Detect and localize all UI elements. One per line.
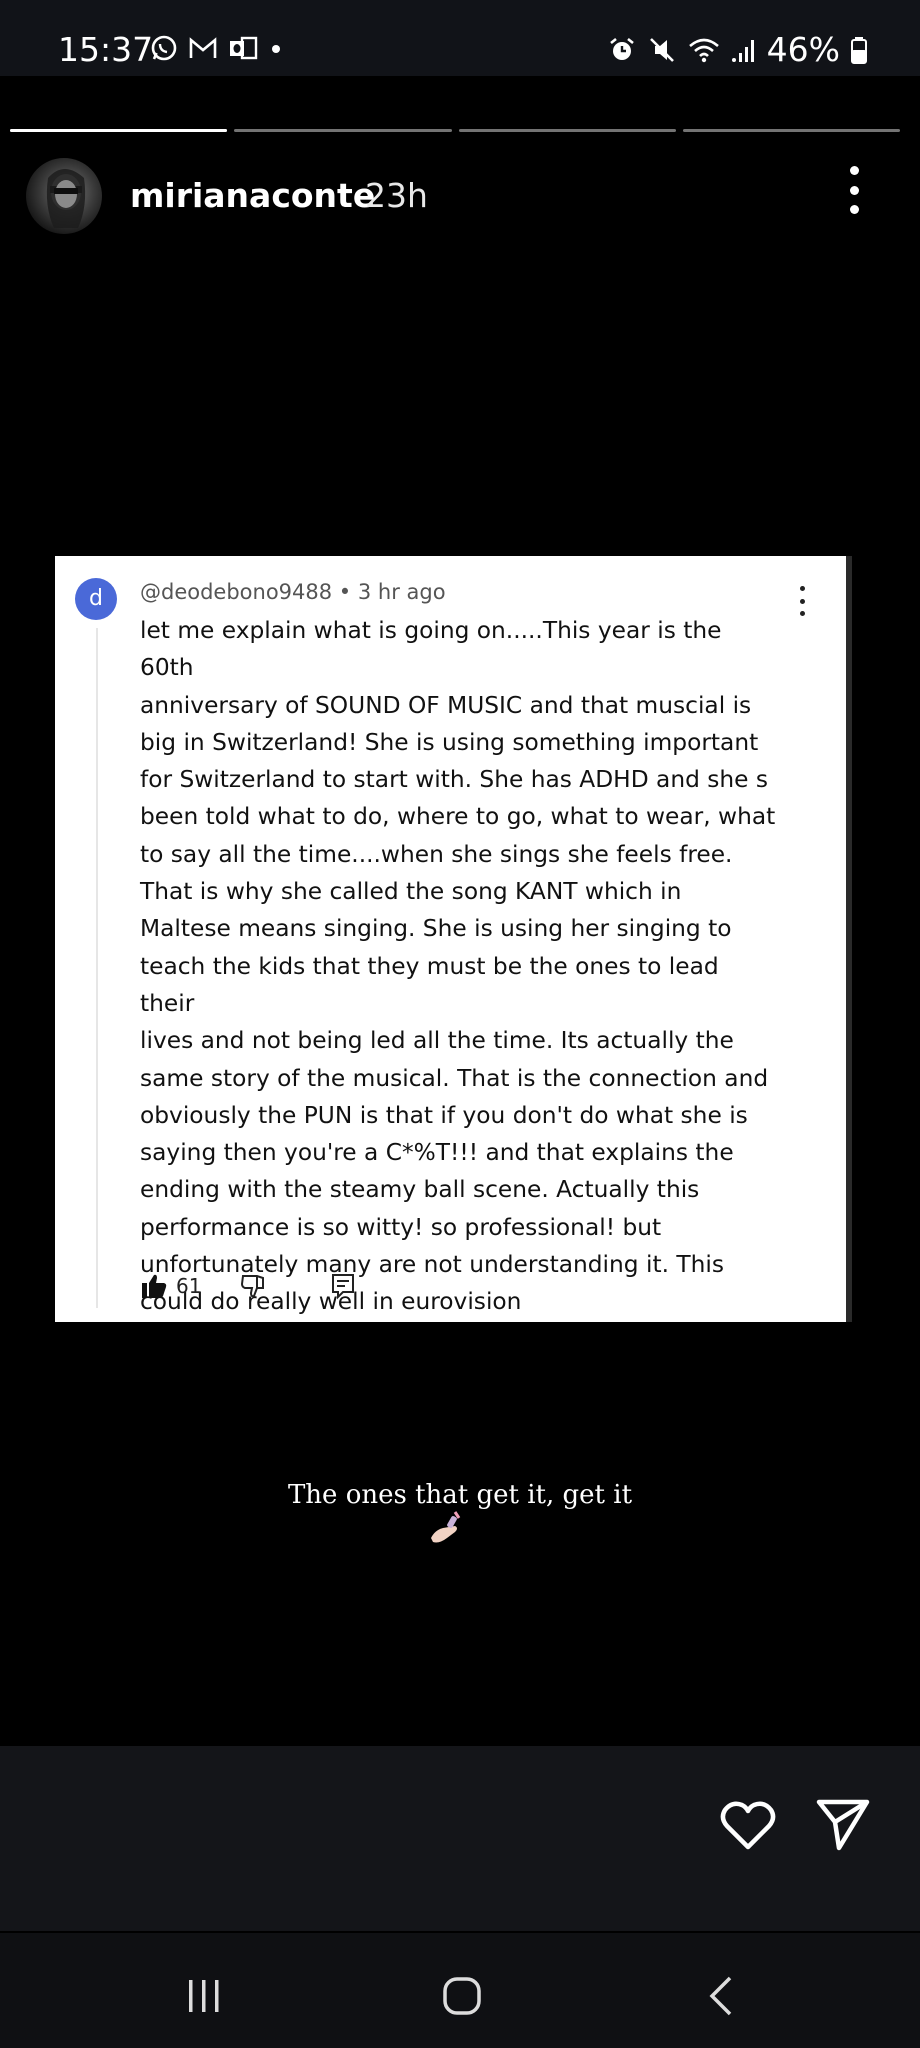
profile-photo (46, 169, 86, 228)
comment-body: let me explain what is going on.....This… (140, 617, 776, 1316)
dot-icon (272, 45, 280, 53)
battery-percent: 46% (766, 30, 840, 69)
story-reply-area (0, 1746, 920, 1931)
kebab-dot (799, 586, 805, 591)
recent-apps-icon[interactable] (187, 1978, 221, 2014)
kebab-dot (799, 598, 805, 604)
progress-segment (682, 129, 900, 132)
comment-card: d @deodebono9488 • 3 hr ago let me expla… (55, 556, 852, 1322)
screen: 15:37 46% mirianaconte 23h d @deodebono9… (0, 0, 920, 2048)
more-dot-icon (849, 205, 859, 214)
progress-segment (234, 129, 452, 132)
alarm-icon (609, 37, 634, 60)
gmail-icon (189, 37, 217, 58)
wifi-icon (688, 38, 719, 63)
comment-actions: 61 (140, 1268, 357, 1304)
story-username[interactable]: mirianaconte (130, 176, 375, 216)
story-caption: The ones that get it, get it (287, 1480, 633, 1510)
whatsapp-icon (151, 35, 177, 61)
more-dot-icon (849, 185, 859, 195)
back-icon[interactable] (706, 1974, 736, 2018)
outlook-icon (230, 36, 258, 60)
system-status-icons: 46% (607, 30, 868, 70)
reply-icon (332, 1274, 355, 1300)
kebab-dot (799, 611, 805, 616)
more-options-button[interactable] (840, 166, 868, 214)
thumbs-down-icon (241, 1275, 265, 1298)
status-time: 15:37 (58, 30, 154, 69)
story-progress-bar (10, 129, 900, 133)
status-bar: 15:37 46% (0, 0, 920, 76)
signal-icon (731, 40, 754, 62)
story-time-ago: 23h (365, 176, 428, 215)
battery-icon (851, 37, 867, 64)
send-icon[interactable] (815, 1796, 871, 1852)
like-heart-icon[interactable] (720, 1800, 776, 1852)
home-icon[interactable] (442, 1976, 482, 2016)
thumbs-up-icon (142, 1274, 167, 1298)
nail-polish-icon (431, 1511, 461, 1543)
more-dot-icon (849, 166, 859, 175)
progress-segment (10, 129, 228, 132)
mute-icon (649, 38, 674, 62)
progress-segment-fill (10, 129, 228, 132)
notification-icons (150, 34, 284, 62)
progress-segment (458, 129, 676, 132)
like-count: 61 (176, 1274, 202, 1298)
comment-author: @deodebono9488 • 3 hr ago (140, 580, 446, 604)
thread-line (96, 628, 98, 1308)
comment-kebab-icon (797, 586, 807, 616)
comment-avatar: d (75, 578, 117, 620)
profile-avatar[interactable] (26, 158, 102, 234)
